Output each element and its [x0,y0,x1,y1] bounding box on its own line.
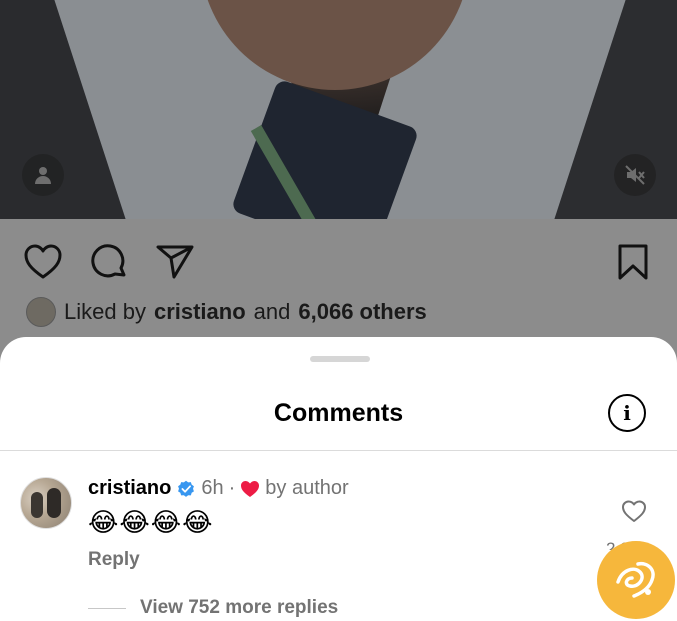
sheet-title: Comments [273,399,404,427]
liked-by-prefix: Liked by [64,299,146,324]
liked-by-user[interactable]: cristiano [154,299,246,325]
comment-text: 😂😂😂😂 [88,507,214,537]
post-actions: Liked by cristiano and 6,066 others [0,219,677,337]
reply-button[interactable]: Reply [88,549,140,571]
liked-by-others[interactable]: 6,066 others [298,299,426,325]
logo-icon [616,561,655,598]
separator: · [228,477,236,499]
avatar-shape [47,488,61,518]
comments-sheet: Comments i cristiano 6h · by author 😂😂😂😂… [0,337,677,621]
author-heart-icon [241,480,260,497]
liked-by-author-label: by author [265,477,349,499]
user-tag-button[interactable] [22,154,64,196]
comment-header: cristiano 6h · by author [88,477,349,500]
post-media[interactable] [0,0,677,219]
liked-by-row[interactable]: Liked by cristiano and 6,066 others [26,297,427,327]
view-replies-button[interactable]: View 752 more replies [88,597,338,619]
liked-by-and: and [253,299,291,324]
comment-username[interactable]: cristiano [88,477,171,500]
watermark-logo [597,541,675,619]
sheet-grabber[interactable] [310,356,370,362]
avatar[interactable] [20,477,72,529]
liked-by-avatar [26,297,56,327]
view-replies-label: View 752 more replies [140,597,339,618]
mute-button[interactable] [614,154,656,196]
verified-badge-icon [178,480,195,497]
comment-item: cristiano 6h · by author 😂😂😂😂 Reply 2,06… [0,451,677,621]
avatar-shape [31,492,43,518]
comment-icon[interactable] [88,241,130,283]
comment-time: 6h [201,477,224,499]
info-icon[interactable]: i [608,394,646,432]
user-tag-icon [35,167,51,184]
comment-like-icon[interactable] [621,499,647,523]
bookmark-icon[interactable] [612,241,654,283]
heart-icon[interactable] [22,241,64,283]
mute-icon [625,165,645,185]
send-icon[interactable] [154,241,196,283]
view-replies-line [88,607,126,609]
